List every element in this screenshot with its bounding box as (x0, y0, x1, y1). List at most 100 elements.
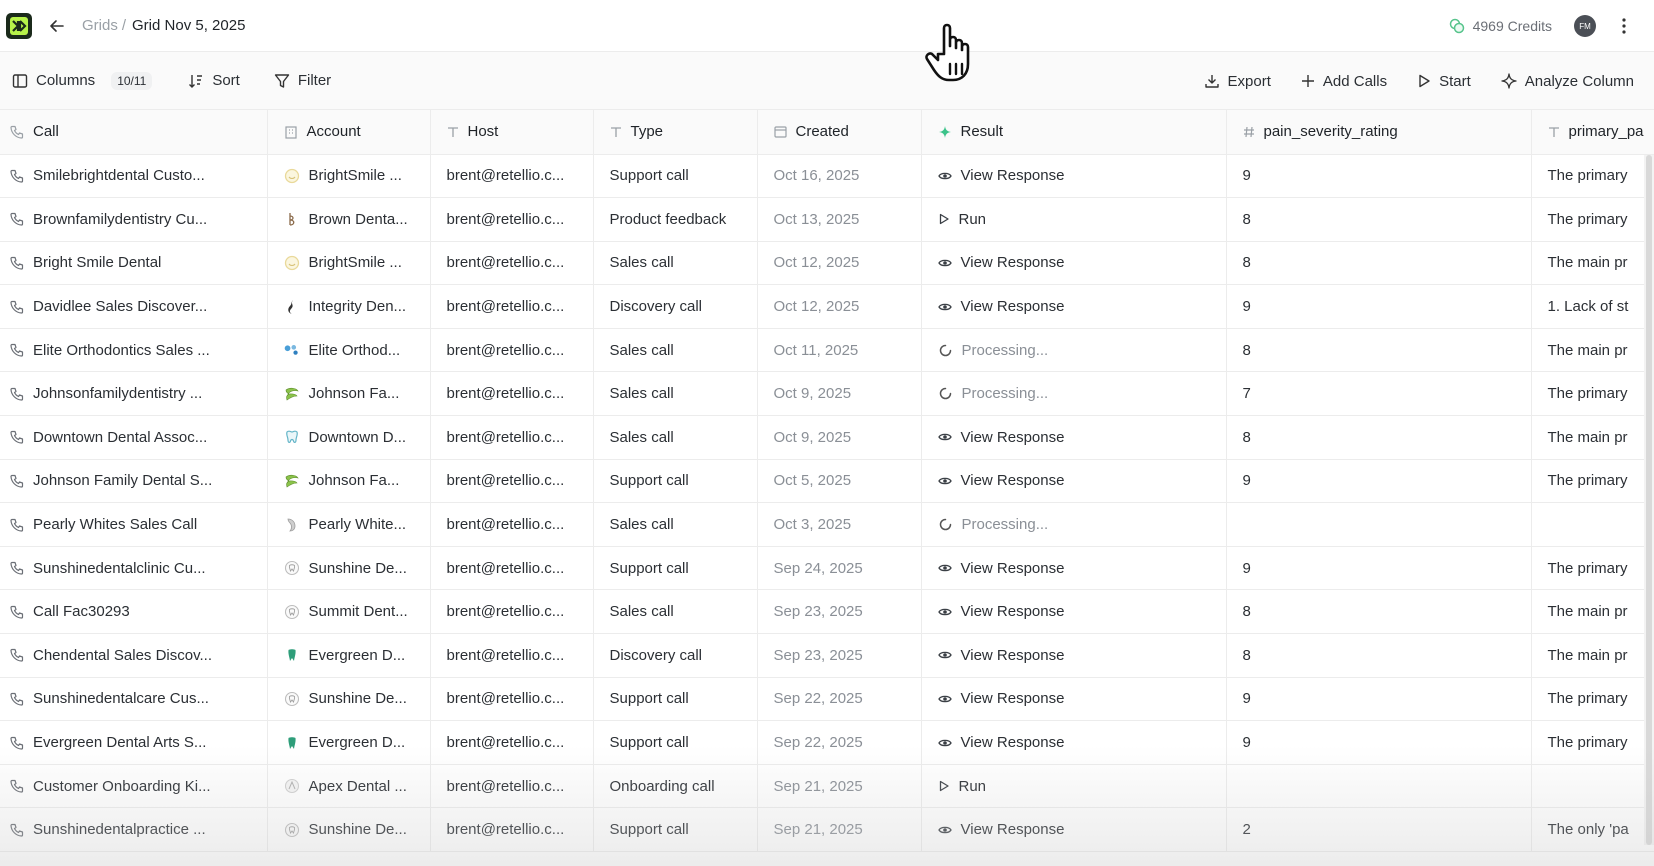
cell-type[interactable]: Sales call (593, 502, 758, 547)
cell-account[interactable]: Elite Orthod... (267, 328, 431, 373)
cell-account[interactable]: Pearly White... (267, 502, 431, 547)
cell-host[interactable]: brent@retellio.c... (430, 415, 594, 460)
table-row[interactable]: Smilebrightdental Custo... BrightSmile ..… (0, 154, 1654, 199)
cell-call[interactable]: Downtown Dental Assoc... (0, 415, 268, 460)
call-name[interactable]: Evergreen Dental Arts S... (33, 734, 206, 751)
cell-result[interactable]: View Response (921, 154, 1227, 199)
cell-type[interactable]: Sales call (593, 241, 758, 286)
cell-account[interactable]: Downtown D... (267, 415, 431, 460)
call-name[interactable]: Bright Smile Dental (33, 254, 161, 271)
cell-result[interactable]: Run (921, 764, 1227, 809)
breadcrumb-grids-link[interactable]: Grids (82, 17, 118, 34)
scrollbar-thumb[interactable] (1646, 155, 1652, 845)
cell-type[interactable]: Support call (593, 459, 758, 504)
cell-call[interactable]: Sunshinedentalpractice ... (0, 807, 268, 852)
cell-primary[interactable]: The primary (1531, 459, 1654, 504)
call-name[interactable]: Elite Orthodontics Sales ... (33, 342, 210, 359)
table-row[interactable]: Johnson Family Dental S... Johnson Fa... b… (0, 459, 1654, 504)
cell-created[interactable]: Sep 23, 2025 (757, 589, 922, 635)
cell-call[interactable]: Sunshinedentalclinic Cu... (0, 546, 268, 591)
result-action[interactable]: View Response (937, 167, 1210, 184)
cell-primary[interactable]: 1. Lack of st (1531, 284, 1654, 329)
cell-pain-severity[interactable]: 8 (1226, 633, 1532, 678)
cell-result[interactable]: View Response (921, 284, 1227, 329)
result-action[interactable]: View Response (937, 560, 1210, 577)
cell-pain-severity[interactable]: 9 (1226, 720, 1532, 765)
cell-call[interactable]: Call Fac30293 (0, 589, 268, 635)
cell-account[interactable]: Sunshine De... (267, 677, 431, 722)
cell-result[interactable]: Processing... (921, 328, 1227, 373)
cell-primary[interactable]: The primary (1531, 154, 1654, 199)
cell-call[interactable]: Chendental Sales Discov... (0, 633, 268, 678)
cell-type[interactable]: Support call (593, 720, 758, 765)
cell-call[interactable]: Smilebrightdental Custo... (0, 154, 268, 199)
table-row[interactable]: Sunshinedentalcare Cus... Sunshine De... b… (0, 677, 1654, 722)
cell-pain-severity[interactable]: 2 (1226, 807, 1532, 852)
cell-pain-severity[interactable]: 9 (1226, 459, 1532, 504)
cell-created[interactable]: Oct 11, 2025 (757, 328, 922, 373)
call-name[interactable]: Davidlee Sales Discover... (33, 298, 207, 315)
credits-indicator[interactable]: 4969 Credits (1449, 18, 1552, 34)
cell-host[interactable]: brent@retellio.c... (430, 197, 594, 242)
cell-primary[interactable] (1531, 764, 1654, 809)
cell-created[interactable]: Oct 13, 2025 (757, 197, 922, 242)
export-button[interactable]: Export (1204, 73, 1271, 90)
result-action[interactable]: Run (938, 778, 1210, 795)
cell-host[interactable]: brent@retellio.c... (430, 371, 594, 417)
cell-result[interactable]: Processing... (921, 371, 1227, 417)
cell-type[interactable]: Sales call (593, 415, 758, 460)
cell-result[interactable]: Processing... (921, 502, 1227, 547)
cell-host[interactable]: brent@retellio.c... (430, 589, 594, 635)
call-name[interactable]: Sunshinedentalcare Cus... (33, 690, 209, 707)
cell-pain-severity[interactable]: 9 (1226, 546, 1532, 591)
cell-created[interactable]: Sep 22, 2025 (757, 677, 922, 722)
cell-pain-severity[interactable]: 8 (1226, 415, 1532, 460)
cell-account[interactable]: Sunshine De... (267, 546, 431, 591)
call-name[interactable]: Sunshinedentalclinic Cu... (33, 560, 206, 577)
back-arrow-icon[interactable] (46, 15, 68, 37)
cell-call[interactable]: Elite Orthodontics Sales ... (0, 328, 268, 373)
call-name[interactable]: Brownfamilydentistry Cu... (33, 211, 207, 228)
cell-pain-severity[interactable]: 8 (1226, 197, 1532, 242)
cell-result[interactable]: View Response (921, 677, 1227, 722)
cell-host[interactable]: brent@retellio.c... (430, 154, 594, 199)
cell-account[interactable]: BrightSmile ... (267, 241, 431, 286)
cell-type[interactable]: Sales call (593, 589, 758, 635)
cell-created[interactable]: Oct 12, 2025 (757, 241, 922, 286)
cell-created[interactable]: Sep 21, 2025 (757, 807, 922, 852)
cell-type[interactable]: Support call (593, 677, 758, 722)
table-row[interactable]: Elite Orthodontics Sales ... Elite Orthod… (0, 328, 1654, 373)
avatar[interactable]: FM (1574, 15, 1596, 37)
cell-call[interactable]: Bright Smile Dental (0, 241, 268, 286)
call-name[interactable]: Downtown Dental Assoc... (33, 429, 207, 446)
cell-primary[interactable]: The main pr (1531, 328, 1654, 373)
filter-button[interactable]: Filter (274, 72, 331, 89)
cell-pain-severity[interactable] (1226, 502, 1532, 547)
column-header-primary[interactable]: primary_pa (1531, 110, 1654, 155)
cell-type[interactable]: Sales call (593, 328, 758, 373)
cell-created[interactable]: Oct 3, 2025 (757, 502, 922, 547)
cell-created[interactable]: Oct 12, 2025 (757, 284, 922, 329)
cell-call[interactable]: Johnson Family Dental S... (0, 459, 268, 504)
table-row[interactable]: Johnsonfamilydentistry ... Johnson Fa... b… (0, 371, 1654, 417)
column-header-type[interactable]: Type (593, 110, 758, 155)
column-header-account[interactable]: Account (267, 110, 431, 155)
cell-type[interactable]: Discovery call (593, 633, 758, 678)
table-row[interactable]: Chendental Sales Discov... Evergreen D...… (0, 633, 1654, 678)
result-action[interactable]: View Response (937, 647, 1210, 664)
table-row[interactable]: Evergreen Dental Arts S... Evergreen D...… (0, 720, 1654, 765)
call-name[interactable]: Johnsonfamilydentistry ... (33, 385, 202, 402)
cell-call[interactable]: Customer Onboarding Ki... (0, 764, 268, 809)
table-row[interactable]: Downtown Dental Assoc... Downtown D... bre… (0, 415, 1654, 460)
cell-created[interactable]: Sep 21, 2025 (757, 764, 922, 809)
cell-primary[interactable]: The primary (1531, 197, 1654, 242)
app-logo-icon[interactable] (6, 12, 32, 39)
cell-type[interactable]: Discovery call (593, 284, 758, 329)
add-calls-button[interactable]: Add Calls (1301, 73, 1387, 90)
cell-account[interactable]: Johnson Fa... (267, 371, 431, 417)
table-row[interactable]: Sunshinedentalclinic Cu... Sunshine De...… (0, 546, 1654, 591)
table-row[interactable]: Bright Smile Dental BrightSmile ... brent@… (0, 241, 1654, 286)
cell-host[interactable]: brent@retellio.c... (430, 633, 594, 678)
cell-primary[interactable]: The only 'pa (1531, 807, 1654, 852)
cell-result[interactable]: View Response (921, 546, 1227, 591)
